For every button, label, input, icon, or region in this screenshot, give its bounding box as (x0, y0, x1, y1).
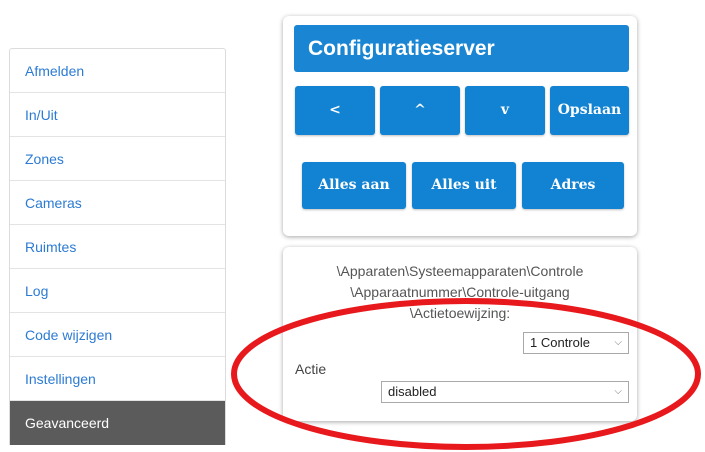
action-select-value: disabled (388, 384, 437, 399)
page-title: Configuratieserver (294, 25, 629, 72)
address-button[interactable]: Adres (522, 162, 624, 209)
sidebar-item-code-wijzigen[interactable]: Code wijzigen (10, 313, 225, 357)
sidebar-item-geavanceerd[interactable]: Geavanceerd (10, 401, 225, 445)
config-path-line-2: \Apparaatnummer\Controle-uitgang (350, 284, 570, 300)
action-select[interactable]: disabled ⌵ (381, 381, 629, 403)
config-path-line-1: \Apparaten\Systeemapparaten\Controle (336, 263, 584, 279)
action-label: Actie (295, 361, 327, 377)
config-server-panel: Configuratieserver < ^ v Opslaan Alles a… (283, 16, 637, 236)
control-select[interactable]: 1 Controle ⌵ (523, 332, 629, 354)
down-button[interactable]: v (465, 86, 545, 135)
config-detail-panel: \Apparaten\Systeemapparaten\Controle \Ap… (283, 247, 637, 421)
sidebar-item-ruimtes[interactable]: Ruimtes (10, 225, 225, 269)
all-on-button[interactable]: Alles aan (302, 162, 406, 209)
config-path: \Apparaten\Systeemapparaten\Controle \Ap… (283, 261, 637, 324)
save-button[interactable]: Opslaan (550, 86, 629, 135)
sidebar-item-in-uit[interactable]: In/Uit (10, 93, 225, 137)
sidebar-item-log[interactable]: Log (10, 269, 225, 313)
sidebar-item-cameras[interactable]: Cameras (10, 181, 225, 225)
sidebar-nav: Afmelden In/Uit Zones Cameras Ruimtes Lo… (9, 48, 226, 445)
config-path-line-3: \Actietoewijzing: (409, 305, 511, 321)
chevron-down-icon: ⌵ (614, 386, 622, 397)
back-button[interactable]: < (295, 86, 375, 135)
sidebar-item-zones[interactable]: Zones (10, 137, 225, 181)
up-button[interactable]: ^ (380, 86, 460, 135)
all-off-button[interactable]: Alles uit (412, 162, 516, 209)
sidebar-item-afmelden[interactable]: Afmelden (10, 49, 225, 93)
chevron-down-icon: ⌵ (614, 337, 622, 348)
control-select-value: 1 Controle (530, 335, 590, 350)
sidebar-item-instellingen[interactable]: Instellingen (10, 357, 225, 401)
